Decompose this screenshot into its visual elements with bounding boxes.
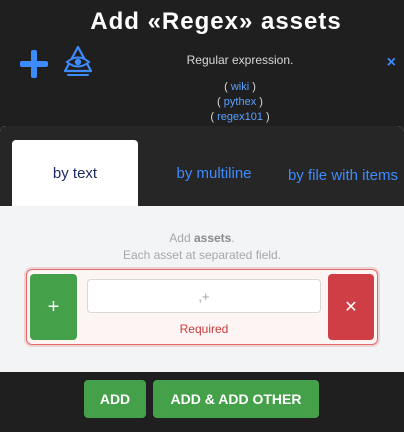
remove-field-button[interactable]: ✕ bbox=[328, 274, 374, 340]
tab-by-text[interactable]: by text bbox=[12, 140, 138, 206]
asset-field-group: + Required ✕ bbox=[26, 269, 378, 345]
plus-icon[interactable] bbox=[20, 50, 48, 78]
dialog-description: Regular expression. bbox=[186, 53, 294, 67]
regex101-link[interactable]: regex101 bbox=[217, 111, 263, 123]
add-and-add-other-button[interactable]: ADD & ADD OTHER bbox=[153, 380, 319, 418]
form-hint: Add assets. Each asset at separated fiel… bbox=[122, 231, 282, 262]
link-row-wiki: ( wiki ) bbox=[224, 81, 256, 93]
dialog-title: Add «Regex» assets bbox=[90, 8, 342, 35]
add-field-button[interactable]: + bbox=[30, 274, 77, 340]
wiki-link[interactable]: wiki bbox=[231, 81, 249, 93]
asset-input[interactable] bbox=[87, 279, 321, 313]
tab-by-file[interactable]: by file with items bbox=[282, 148, 404, 204]
link-row-regex101: ( regex101 ) bbox=[210, 111, 270, 123]
tab-by-multiline[interactable]: by multiline bbox=[146, 140, 282, 206]
tab-bar: by text by multiline by file with items bbox=[0, 126, 404, 206]
pythex-link[interactable]: pythex bbox=[224, 96, 256, 108]
form-card: by text by multiline by file with items … bbox=[0, 126, 404, 372]
link-row-pythex: ( pythex ) bbox=[217, 96, 263, 108]
required-message: Required bbox=[179, 322, 229, 336]
add-button[interactable]: ADD bbox=[84, 380, 146, 418]
eye-pyramid-icon[interactable] bbox=[60, 44, 96, 80]
reference-links: ( wiki ) ( pythex ) ( regex101 ) bbox=[150, 80, 330, 125]
close-icon[interactable]: × bbox=[387, 54, 396, 72]
